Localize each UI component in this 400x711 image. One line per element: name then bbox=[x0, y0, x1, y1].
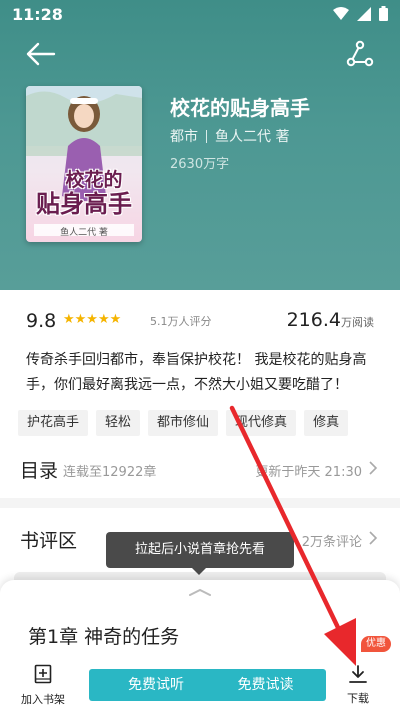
share-icon[interactable] bbox=[346, 40, 374, 68]
cover-author: 鱼人二代 著 bbox=[60, 228, 108, 238]
add-bookshelf-icon bbox=[34, 664, 52, 684]
add-to-shelf-button[interactable]: 加入书架 bbox=[18, 664, 68, 707]
cover-illustration bbox=[26, 86, 142, 236]
reviews-count: 2万条评论 bbox=[301, 535, 362, 550]
first-chapter-sheet[interactable]: 第1章 神奇的任务 加入书架 免费试听 免费试读 下载 优惠 bbox=[0, 580, 400, 711]
book-author[interactable]: 鱼人二代 著 bbox=[215, 126, 289, 146]
cover-title: 校花的 贴身高手 bbox=[36, 169, 132, 218]
section-divider bbox=[0, 498, 400, 508]
tag-item[interactable]: 现代修真 bbox=[226, 410, 297, 436]
wifi-icon bbox=[333, 6, 349, 20]
free-listen-button[interactable]: 免费试听 bbox=[89, 669, 223, 701]
battery-icon bbox=[379, 6, 388, 21]
toc-update-time: 更新于昨天 21:30 bbox=[255, 465, 362, 480]
toc-title: 目录 bbox=[20, 460, 59, 482]
free-read-button[interactable]: 免费试读 bbox=[205, 669, 326, 701]
chapter-title[interactable]: 第1章 神奇的任务 bbox=[28, 622, 179, 649]
reviews-title: 书评区 bbox=[20, 530, 78, 552]
tag-item[interactable]: 修真 bbox=[304, 410, 349, 436]
book-intro[interactable]: 传奇杀手回归都市，奉旨保护校花！ 我是校花的贴身高手，你们最好离我远一点，不然大… bbox=[26, 348, 382, 398]
book-category[interactable]: 都市 bbox=[170, 126, 198, 146]
signal-icon bbox=[357, 6, 371, 21]
tag-item[interactable]: 护花高手 bbox=[18, 410, 89, 436]
book-title: 校花的贴身高手 bbox=[170, 96, 310, 120]
discount-badge: 优惠 bbox=[361, 636, 391, 652]
pull-up-tooltip: 拉起后小说首章抢先看 bbox=[106, 532, 294, 568]
book-cover[interactable]: 校花的 贴身高手 鱼人二代 著 bbox=[26, 86, 142, 242]
book-meta: 都市 鱼人二代 著 bbox=[170, 126, 289, 146]
drag-handle-icon[interactable] bbox=[189, 588, 211, 596]
tag-item[interactable]: 都市修仙 bbox=[148, 410, 219, 436]
status-time: 11:28 bbox=[12, 5, 63, 24]
status-bar: 11:28 bbox=[0, 0, 400, 28]
download-button[interactable]: 下载 bbox=[340, 664, 376, 706]
toc-progress: 连载至12922章 bbox=[63, 465, 157, 480]
bottom-action-bar: 加入书架 免费试听 免费试读 下载 bbox=[0, 660, 400, 711]
rating-stars-icon: ★★★★★ bbox=[63, 312, 122, 327]
back-arrow-icon[interactable] bbox=[24, 40, 56, 68]
download-icon bbox=[349, 665, 367, 683]
status-icons bbox=[333, 6, 388, 21]
tooltip-arrow bbox=[192, 568, 206, 575]
rating-score: 9.8 bbox=[26, 310, 57, 332]
tag-item[interactable]: 轻松 bbox=[96, 410, 141, 436]
tag-list: 护花高手 轻松 都市修仙 现代修真 修真 bbox=[18, 410, 349, 436]
rating-count: 5.1万人评分 bbox=[150, 315, 212, 328]
meta-divider bbox=[206, 129, 207, 143]
word-count: 2630万字 bbox=[170, 157, 230, 172]
chevron-right-icon bbox=[369, 461, 378, 475]
read-count: 216.4万阅读 bbox=[286, 309, 374, 331]
chevron-right-icon bbox=[369, 531, 378, 545]
book-header: 11:28 校花的 贴身高手 鱼人二代 著 校花的贴身高手 都市 鱼人二代 著 … bbox=[0, 0, 400, 290]
toc-row[interactable]: 目录 连载至12922章 更新于昨天 21:30 bbox=[20, 456, 380, 486]
